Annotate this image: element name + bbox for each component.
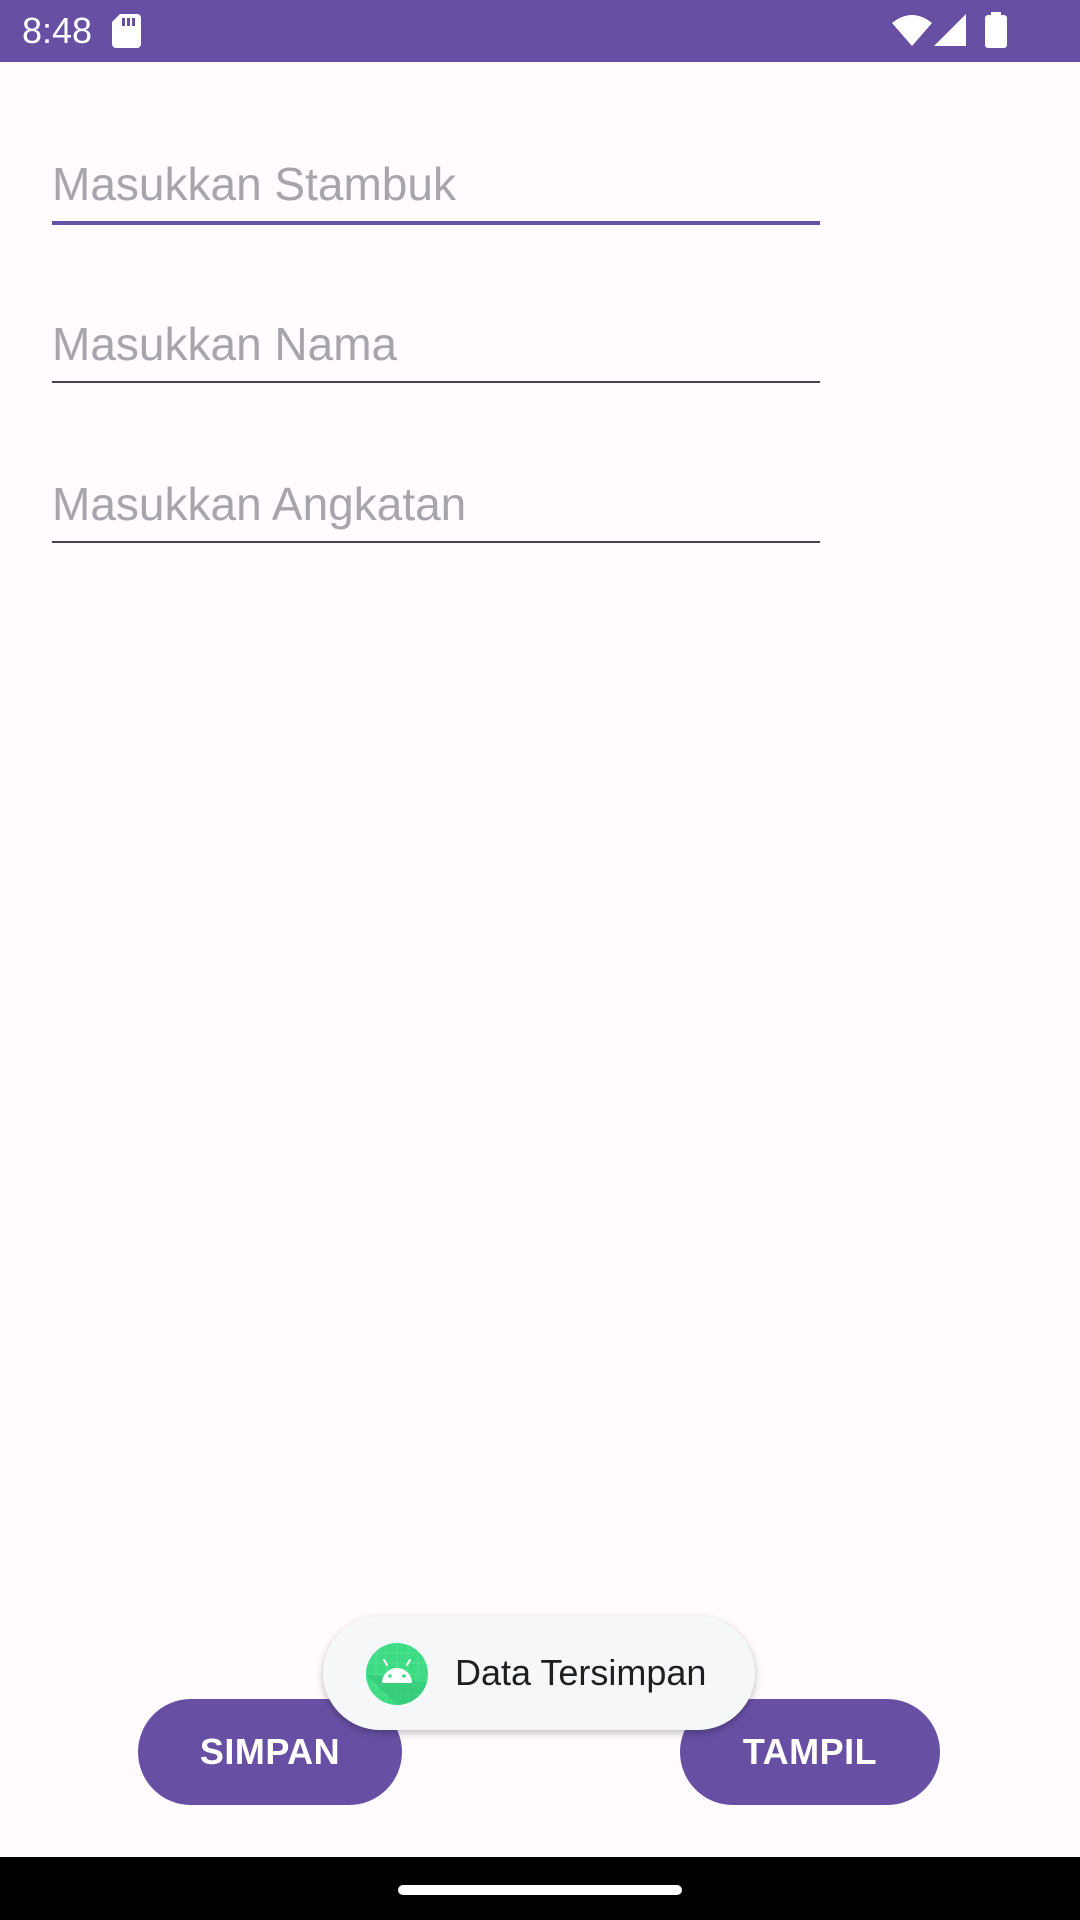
nama-field — [52, 308, 820, 388]
stambuk-field — [52, 148, 820, 228]
nama-underline — [52, 381, 820, 383]
wifi-icon — [892, 15, 932, 46]
navigation-bar — [0, 1857, 1080, 1920]
signal-icon — [934, 14, 966, 46]
battery-icon — [985, 12, 1007, 48]
angkatan-field — [52, 468, 820, 548]
angkatan-input[interactable] — [52, 468, 820, 540]
toast-message: Data Tersimpan — [455, 1652, 707, 1693]
stambuk-input[interactable] — [52, 148, 820, 220]
home-handle[interactable] — [398, 1885, 682, 1895]
android-icon — [366, 1643, 428, 1705]
angkatan-underline — [52, 541, 820, 543]
toast: Data Tersimpan — [323, 1616, 755, 1730]
sd-card-icon — [112, 14, 141, 48]
nama-input[interactable] — [52, 308, 820, 380]
stambuk-underline — [52, 221, 820, 225]
status-bar: 8:48 — [0, 0, 1080, 62]
status-time: 8:48 — [22, 10, 93, 51]
